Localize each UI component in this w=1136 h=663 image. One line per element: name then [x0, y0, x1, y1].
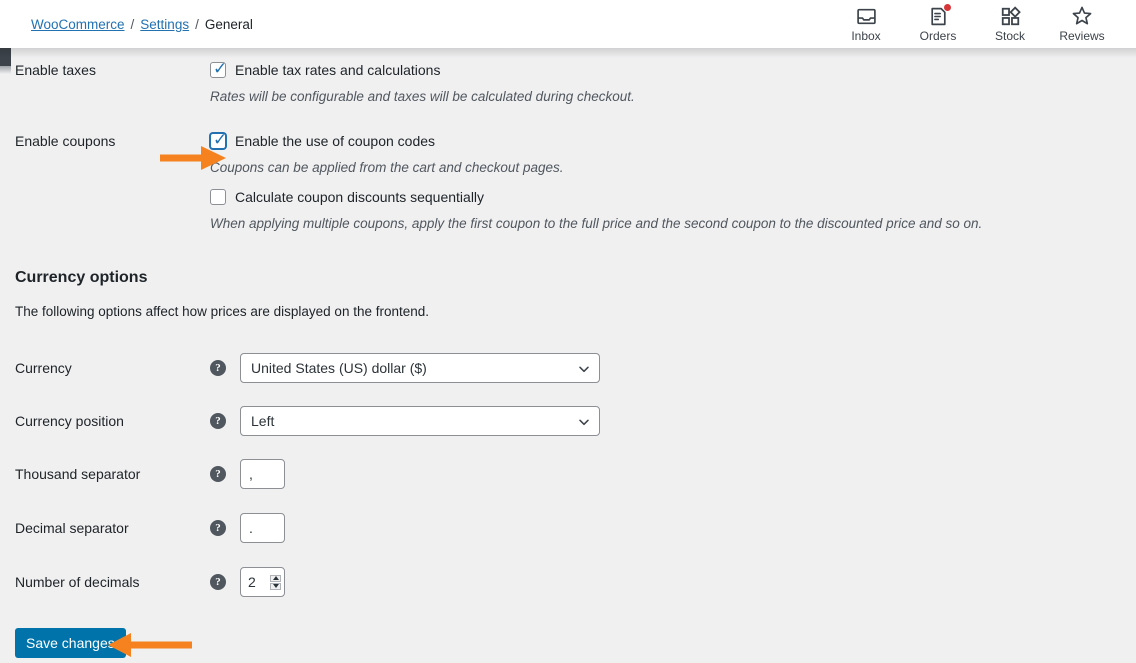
decimal-separator-input[interactable]: .	[240, 513, 285, 543]
form-actions: Save changes	[0, 628, 1136, 658]
help-icon-decimal-separator[interactable]: ?	[210, 520, 226, 536]
label-currency: Currency	[15, 360, 72, 376]
calculate-coupon-discounts-sequentially-checkbox[interactable]	[210, 189, 226, 205]
help-icon-currency[interactable]: ?	[210, 360, 226, 376]
enable-coupons-checkbox-label: Enable the use of coupon codes	[235, 133, 436, 149]
label-decimal-separator: Decimal separator	[15, 520, 129, 536]
chevron-down-icon	[578, 362, 590, 374]
quantity-stepper[interactable]	[270, 574, 281, 590]
orders-icon	[927, 4, 951, 27]
label-number-of-decimals: Number of decimals	[15, 574, 140, 590]
settings-content: Enable taxes ✓ Enable tax rates and calc…	[0, 59, 1136, 658]
enable-taxes-checkbox-label: Enable tax rates and calculations	[235, 62, 441, 78]
setting-row-decimal-separator: Decimal separator ? .	[0, 513, 1136, 543]
nav-label-reviews: Reviews	[1059, 29, 1105, 43]
label-enable-coupons: Enable coupons	[15, 133, 116, 149]
number-of-decimals-input[interactable]: 2	[240, 567, 285, 597]
calculate-coupon-discounts-description: When applying multiple coupons, apply th…	[210, 216, 983, 231]
enable-taxes-checkbox[interactable]: ✓	[210, 59, 228, 78]
checkmark-icon: ✓	[213, 130, 228, 149]
enable-taxes-description: Rates will be configurable and taxes wil…	[210, 89, 635, 104]
label-enable-taxes: Enable taxes	[15, 62, 96, 78]
setting-row-number-of-decimals: Number of decimals ? 2	[0, 567, 1136, 597]
help-icon-number-of-decimals[interactable]: ?	[210, 574, 226, 590]
enable-coupons-description: Coupons can be applied from the cart and…	[210, 160, 564, 175]
save-changes-button[interactable]: Save changes	[15, 628, 126, 658]
nav-label-stock: Stock	[994, 29, 1025, 43]
admin-sidebar-rail	[0, 48, 11, 74]
currency-position-select-value: Left	[251, 413, 275, 429]
currency-select[interactable]: United States (US) dollar ($)	[240, 353, 600, 383]
calculate-coupon-discounts-sequentially-label: Calculate coupon discounts sequentially	[235, 189, 485, 205]
breadcrumb-link-woocommerce[interactable]: WooCommerce	[31, 17, 125, 32]
breadcrumb-separator: /	[130, 16, 135, 32]
setting-row-enable-coupons: Enable coupons ✓ Enable the use of coupo…	[0, 130, 1136, 231]
inbox-icon	[855, 5, 877, 27]
orders-notification-badge	[944, 4, 951, 11]
app-header: WooCommerce / Settings / General Inbox O…	[0, 0, 1136, 58]
enable-coupons-checkbox[interactable]: ✓	[210, 130, 228, 149]
nav-label-orders: Orders	[919, 29, 957, 43]
setting-row-currency-position: Currency position ? Left	[0, 406, 1136, 436]
nav-label-inbox: Inbox	[851, 29, 881, 43]
section-title-currency-options: Currency options	[15, 269, 148, 286]
currency-select-value: United States (US) dollar ($)	[251, 360, 427, 376]
chevron-down-icon	[578, 415, 590, 427]
help-icon-thousand-separator[interactable]: ?	[210, 466, 226, 482]
breadcrumb-separator: /	[195, 16, 199, 32]
currency-position-select[interactable]: Left	[240, 406, 600, 436]
header-nav: Inbox Orders Stock Reviews	[830, 0, 1136, 48]
help-icon-currency-position[interactable]: ?	[210, 413, 226, 429]
setting-row-enable-taxes: Enable taxes ✓ Enable tax rates and calc…	[0, 59, 1136, 104]
checkmark-icon: ✓	[213, 59, 228, 78]
label-currency-position: Currency position	[15, 413, 124, 429]
reviews-star-icon	[1071, 5, 1093, 27]
breadcrumb: WooCommerce / Settings / General	[0, 17, 253, 32]
nav-item-inbox[interactable]: Inbox	[830, 5, 902, 42]
thousand-separator-input[interactable]: ,	[240, 459, 285, 489]
label-thousand-separator: Thousand separator	[15, 466, 141, 482]
stepper-down-icon[interactable]	[270, 582, 281, 590]
breadcrumb-current-general: General	[204, 16, 253, 32]
breadcrumb-link-settings[interactable]: Settings	[140, 17, 189, 32]
nav-item-stock[interactable]: Stock	[974, 5, 1046, 42]
number-of-decimals-value: 2	[248, 574, 256, 590]
stock-icon	[999, 5, 1021, 27]
setting-row-thousand-separator: Thousand separator ? ,	[0, 459, 1136, 489]
setting-row-currency: Currency ? United States (US) dollar ($)	[0, 353, 1136, 383]
stepper-up-icon[interactable]	[270, 574, 281, 582]
nav-item-reviews[interactable]: Reviews	[1046, 5, 1118, 42]
section-description-currency-options: The following options affect how prices …	[15, 304, 430, 319]
nav-item-orders[interactable]: Orders	[902, 4, 974, 43]
